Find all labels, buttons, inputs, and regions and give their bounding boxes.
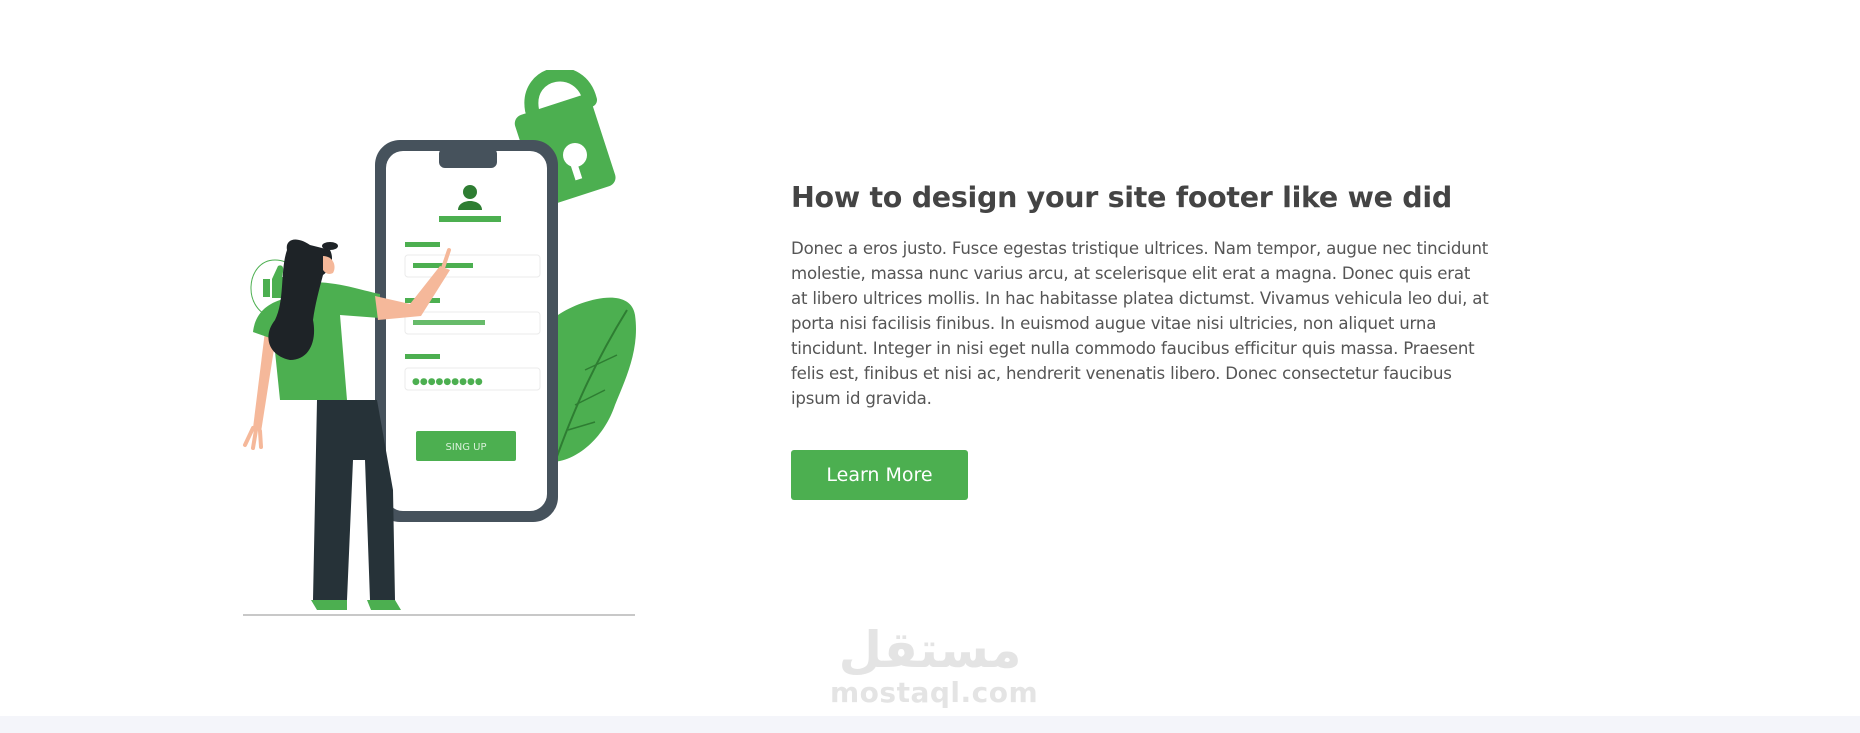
illustration-signup-label: SING UP: [445, 442, 486, 453]
watermark-arabic: مستقل: [838, 621, 1022, 679]
section-title: How to design your site footer like we d…: [791, 181, 1452, 214]
password-dots: ●●●●●●●●●: [412, 377, 483, 387]
section-body: Donec a eros justo. Fusce egestas tristi…: [791, 239, 1489, 409]
leaf-decoration: [550, 297, 636, 463]
signup-illustration: ●●●●●●●●● SING UP: [243, 70, 636, 616]
learn-more-button[interactable]: Learn More: [791, 450, 968, 501]
watermark-latin: mostaql.com: [830, 676, 1039, 709]
page: ●●●●●●●●● SING UP How to design your sit…: [0, 0, 1860, 733]
page-bottom-band: [0, 716, 1860, 733]
content-section: How to design your site footer like we d…: [791, 181, 1511, 501]
phone: ●●●●●●●●● SING UP: [375, 140, 558, 522]
mostaql-watermark: مستقل mostaql.com: [830, 621, 1039, 709]
